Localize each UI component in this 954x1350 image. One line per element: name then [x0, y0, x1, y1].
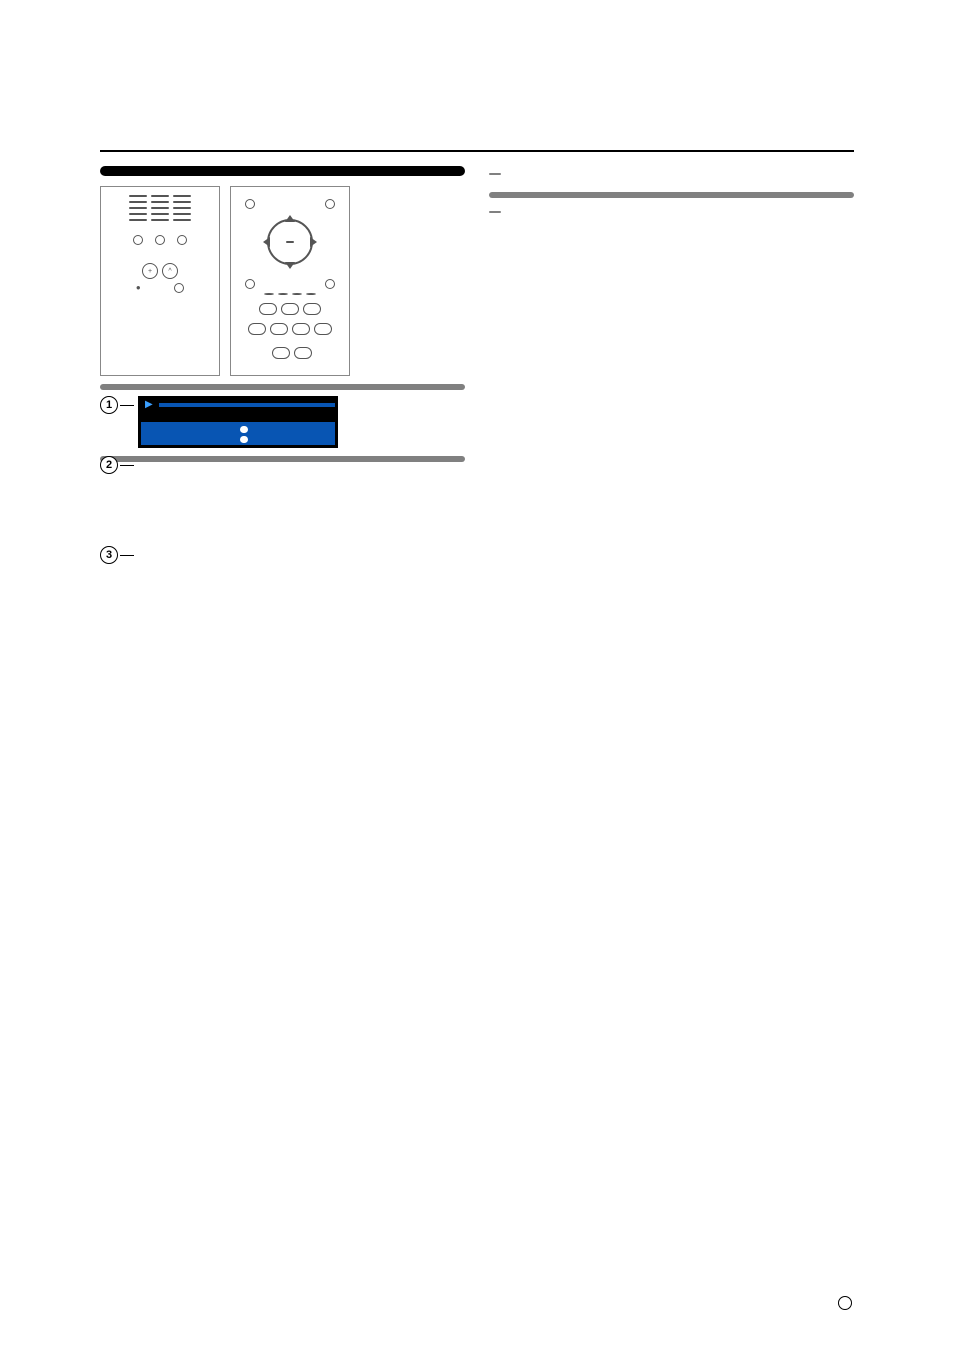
screen-head [159, 403, 335, 407]
control-screen-figure: 1 2 3 ▶ [100, 396, 440, 448]
remote-btn [151, 195, 169, 197]
menu-icon [325, 199, 335, 209]
screen-footer [141, 422, 335, 445]
section-title-bar [100, 166, 465, 176]
remote-btn [173, 195, 191, 197]
header-rule [100, 150, 854, 152]
remote-btn [129, 195, 147, 197]
input-icon [133, 235, 143, 245]
remote-right [230, 186, 350, 376]
remote-diagrams: + ^ ● [100, 186, 465, 376]
note-tag [489, 211, 501, 213]
subheading-disc-menu-control [100, 384, 465, 390]
play-icon: ▶ [145, 399, 153, 410]
note-tag [489, 173, 501, 175]
freeze-icon [245, 199, 255, 209]
subheading-canbeset [489, 192, 854, 198]
remote-left: + ^ ● [100, 186, 220, 376]
subheading-procedure [100, 456, 465, 462]
page-footer [838, 1296, 854, 1310]
dpad [263, 215, 317, 269]
lang-icon [838, 1296, 852, 1310]
